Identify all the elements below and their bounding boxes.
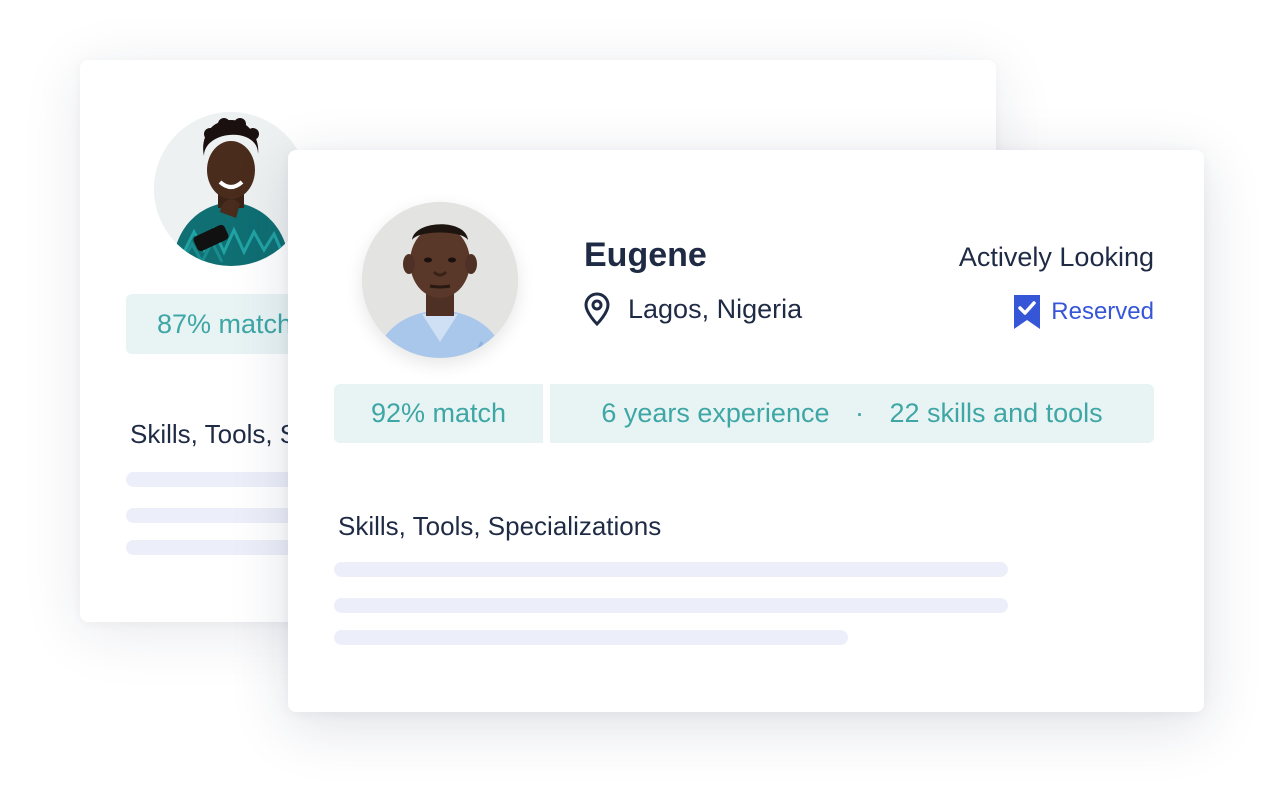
- avatar-photo: [362, 202, 518, 358]
- experience-summary: 6 years experience · 22 skills and tools: [550, 384, 1154, 443]
- map-pin-icon: [584, 292, 610, 327]
- reserved-badge[interactable]: Reserved: [1013, 294, 1154, 330]
- candidate-card[interactable]: Eugene Lagos, Nigeria Actively Looking R…: [288, 150, 1204, 712]
- skills-placeholder-line: [334, 630, 848, 645]
- skills-placeholder-line: [334, 598, 1008, 613]
- stage: 87% match Skills, Tools, Specializations: [0, 0, 1284, 812]
- avatar: [362, 202, 518, 358]
- avatar: [154, 112, 308, 266]
- candidate-location: Lagos, Nigeria: [584, 292, 803, 327]
- match-badge: 92% match: [334, 384, 543, 443]
- reserved-label: Reserved: [1051, 298, 1154, 325]
- bookmark-check-icon: [1013, 294, 1041, 330]
- availability-status: Actively Looking: [958, 242, 1154, 272]
- experience-label: 6 years experience: [601, 398, 830, 428]
- skills-section-title: Skills, Tools, Specializations: [338, 511, 662, 541]
- skills-placeholder-line: [334, 562, 1008, 577]
- location-label: Lagos, Nigeria: [628, 293, 803, 324]
- candidate-name: Eugene: [584, 236, 707, 274]
- separator: ·: [855, 398, 864, 428]
- skills-count-label: 22 skills and tools: [889, 398, 1103, 428]
- avatar-photo: [154, 112, 308, 266]
